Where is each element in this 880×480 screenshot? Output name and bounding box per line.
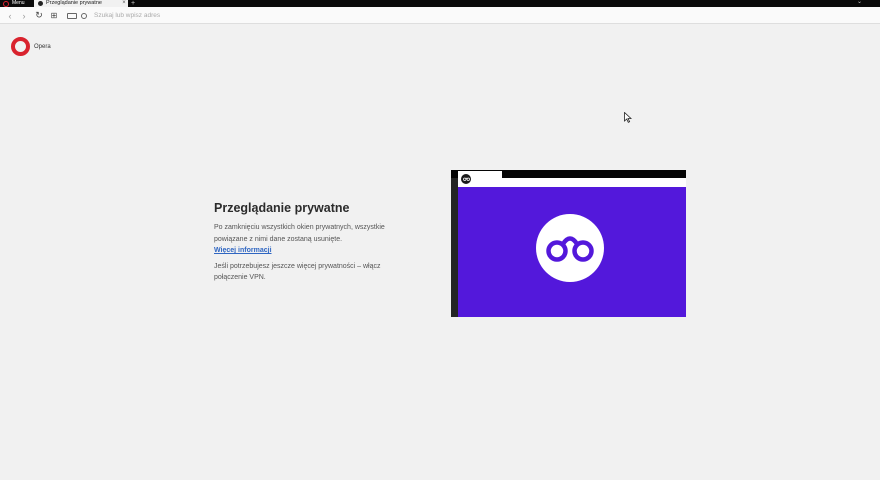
- address-input[interactable]: [94, 12, 594, 19]
- private-glasses-icon: [461, 174, 471, 184]
- close-icon[interactable]: ×: [120, 0, 128, 7]
- tab-private-browsing[interactable]: Przeglądanie prywatne ×: [34, 0, 128, 7]
- more-info-link[interactable]: Więcej informacji: [214, 245, 414, 257]
- private-glasses-icon: [546, 236, 594, 262]
- cursor-icon: [624, 112, 632, 123]
- keyboard-icon: [67, 12, 77, 19]
- brand-name: Opera: [34, 43, 51, 50]
- address-field[interactable]: [67, 10, 867, 21]
- vpn-description: Jeśli potrzebujesz jeszcze więcej prywat…: [214, 262, 381, 282]
- illustration-panel: [458, 187, 686, 317]
- reload-button[interactable]: ↻: [32, 7, 46, 24]
- opera-logo-icon: [11, 37, 30, 56]
- tab-menu-chevron-icon[interactable]: ⌄: [857, 0, 862, 6]
- private-illustration: [451, 170, 686, 317]
- tab-title: Przeglądanie prywatne: [46, 0, 102, 6]
- page-title: Przeglądanie prywatne: [214, 201, 350, 215]
- forward-button[interactable]: ›: [17, 7, 31, 24]
- private-description: Po zamknięciu wszystkich okien prywatnyc…: [214, 224, 385, 243]
- tab-strip: Menu Przeglądanie prywatne × + ⌄: [0, 0, 880, 7]
- opera-menu-button[interactable]: Menu: [0, 0, 34, 7]
- private-tab-icon: [38, 1, 43, 6]
- menu-label: Menu: [12, 0, 25, 6]
- opera-brand: Opera: [11, 37, 51, 56]
- private-info: Przeglądanie prywatne Po zamknięciu wszy…: [214, 201, 414, 284]
- opera-logo-icon: [3, 0, 9, 7]
- search-icon: [81, 12, 87, 19]
- new-tab-button[interactable]: +: [131, 0, 135, 7]
- illustration-tab: [458, 171, 502, 186]
- speed-dial-button[interactable]: ⊞: [47, 7, 61, 24]
- address-toolbar: ‹ › ↻ ⊞: [0, 7, 880, 24]
- back-button[interactable]: ‹: [3, 7, 17, 24]
